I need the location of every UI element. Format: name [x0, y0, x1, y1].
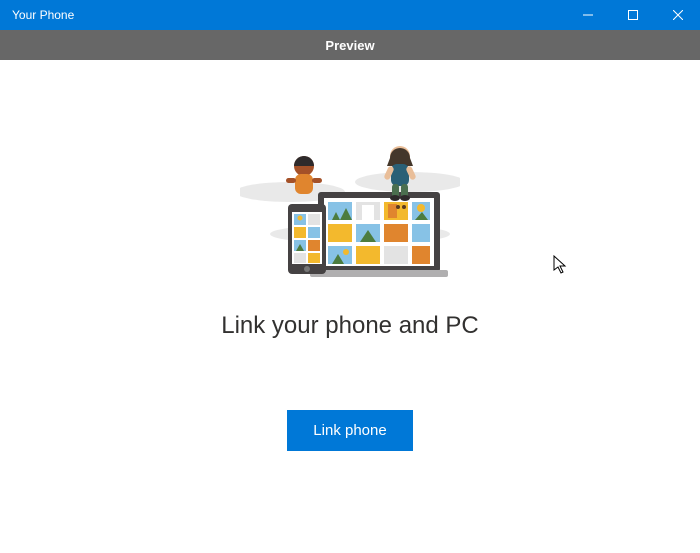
main-content: Link your phone and PC Link phone [0, 60, 700, 553]
preview-label: Preview [325, 38, 374, 53]
window-controls [565, 0, 700, 30]
link-phone-illustration [240, 142, 460, 282]
maximize-button[interactable] [610, 0, 655, 30]
cursor-icon [553, 255, 569, 275]
maximize-icon [628, 10, 638, 20]
page-heading: Link your phone and PC [221, 312, 479, 340]
close-icon [673, 10, 683, 20]
window-title: Your Phone [12, 8, 74, 22]
minimize-button[interactable] [565, 0, 610, 30]
preview-bar: Preview [0, 30, 700, 60]
minimize-icon [583, 10, 593, 20]
close-button[interactable] [655, 0, 700, 30]
titlebar: Your Phone [0, 0, 700, 30]
link-phone-button[interactable]: Link phone [287, 410, 412, 451]
